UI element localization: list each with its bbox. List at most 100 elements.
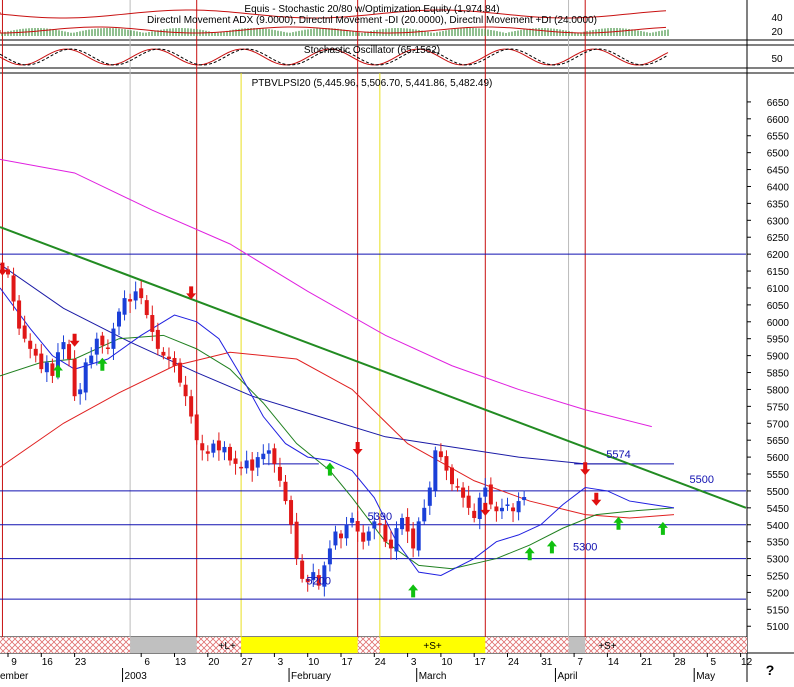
y-tick-label: 6150 bbox=[767, 267, 790, 278]
candle-body bbox=[200, 443, 205, 451]
candle-body bbox=[522, 497, 527, 501]
y-tick-label: 5200 bbox=[767, 588, 790, 599]
candle-body bbox=[178, 362, 183, 383]
price-level-label: 5574 bbox=[606, 449, 630, 461]
candle-body bbox=[483, 487, 488, 497]
y-tick-label: 5600 bbox=[767, 453, 790, 464]
candle-body bbox=[494, 506, 499, 512]
candle-body bbox=[216, 440, 221, 451]
candle-body bbox=[327, 548, 332, 565]
y-tick-label: 5700 bbox=[767, 419, 790, 430]
signal-band-label: +S+ bbox=[598, 641, 617, 652]
x-tick-label: 17 bbox=[475, 657, 487, 668]
candle-body bbox=[377, 523, 382, 525]
candle-body bbox=[61, 342, 66, 350]
candle-body bbox=[422, 507, 427, 522]
price-level-label: 5300 bbox=[573, 542, 597, 554]
y-tick-label: 5950 bbox=[767, 335, 790, 346]
candle-body bbox=[222, 446, 227, 453]
candle-body bbox=[488, 484, 493, 505]
signal-band-label: +L+ bbox=[219, 641, 236, 652]
y-tick-label: 5500 bbox=[767, 487, 790, 498]
x-tick-label: 14 bbox=[608, 657, 620, 668]
candle-body bbox=[166, 356, 171, 359]
candle-body bbox=[83, 362, 88, 393]
candle-body bbox=[361, 532, 366, 542]
price-title: PTBVLPSI20 (5,445.96, 5,506.70, 5,441.86… bbox=[252, 78, 493, 89]
adx-axis-label-20: 20 bbox=[771, 27, 783, 38]
candle-body bbox=[261, 453, 266, 460]
y-tick-label: 5750 bbox=[767, 402, 790, 413]
x-tick-label: 16 bbox=[42, 657, 54, 668]
indicator-title-2: Directnl Movement ADX (9.0000), Directnl… bbox=[147, 15, 597, 26]
candle-body bbox=[433, 450, 438, 491]
price-level-label: 5390 bbox=[368, 511, 392, 523]
x-tick-label: 24 bbox=[508, 657, 520, 668]
month-label: 2003 bbox=[125, 671, 148, 682]
candle-body bbox=[211, 443, 216, 453]
candle-body bbox=[516, 501, 521, 513]
month-label: February bbox=[291, 671, 331, 682]
help-icon: ? bbox=[766, 662, 775, 678]
y-tick-label: 5400 bbox=[767, 521, 790, 532]
signal-band: +L+ +S+ +S+ bbox=[0, 637, 747, 653]
y-tick-label: 5150 bbox=[767, 605, 790, 616]
candle-body bbox=[155, 329, 160, 349]
month-label: April bbox=[557, 671, 577, 682]
month-label: ember bbox=[0, 671, 29, 682]
candle-body bbox=[89, 355, 94, 364]
x-tick-label: 3 bbox=[411, 657, 417, 668]
y-tick-label: 6100 bbox=[767, 284, 790, 295]
candle-body bbox=[239, 466, 244, 469]
x-tick-label: 21 bbox=[641, 657, 653, 668]
y-tick-label: 6650 bbox=[767, 98, 790, 109]
candle-body bbox=[416, 521, 421, 551]
x-tick-label: 13 bbox=[175, 657, 187, 668]
candle-body bbox=[450, 467, 454, 485]
candle-body bbox=[161, 351, 166, 356]
candle-body bbox=[72, 359, 77, 397]
x-tick-label: 5 bbox=[711, 657, 717, 668]
candle-body bbox=[189, 396, 194, 417]
candle-body bbox=[183, 384, 188, 397]
y-tick-label: 5850 bbox=[767, 369, 790, 380]
candle-body bbox=[122, 298, 127, 315]
short-segment bbox=[241, 637, 358, 653]
y-tick-label: 5350 bbox=[767, 538, 790, 549]
x-tick-label: 28 bbox=[674, 657, 686, 668]
candle-body bbox=[17, 300, 22, 329]
candle-body bbox=[366, 531, 371, 541]
candle-body bbox=[150, 315, 155, 332]
y-tick-label: 6600 bbox=[767, 115, 790, 126]
candle-body bbox=[289, 500, 294, 525]
candle-body bbox=[44, 362, 49, 373]
signal-band-hatch bbox=[0, 637, 747, 653]
indicator-title-1: Equis - Stochastic 20/80 w/Optimization … bbox=[244, 4, 499, 15]
y-tick-label: 5900 bbox=[767, 352, 790, 363]
candle-body bbox=[205, 451, 210, 454]
candle-body bbox=[477, 497, 482, 520]
y-tick-label: 5100 bbox=[767, 622, 790, 633]
y-tick-label: 6500 bbox=[767, 149, 790, 160]
month-label: May bbox=[696, 671, 715, 682]
candle-body bbox=[100, 335, 105, 346]
candle-body bbox=[350, 517, 355, 523]
candle-body bbox=[472, 510, 477, 518]
x-tick-label: 12 bbox=[741, 657, 753, 668]
candle-body bbox=[105, 347, 110, 349]
y-tick-label: 6400 bbox=[767, 182, 790, 193]
long-segment bbox=[130, 637, 197, 653]
candle-body bbox=[266, 450, 271, 454]
candle-body bbox=[67, 344, 72, 359]
y-tick-label: 6450 bbox=[767, 166, 790, 177]
price-level-label: 5500 bbox=[690, 474, 714, 486]
y-tick-label: 6300 bbox=[767, 216, 790, 227]
candle-body bbox=[355, 521, 360, 532]
y-tick-label: 5250 bbox=[767, 571, 790, 582]
candle-body bbox=[244, 460, 249, 469]
y-tick-label: 6000 bbox=[767, 318, 790, 329]
candle-body bbox=[33, 348, 38, 356]
month-label: March bbox=[419, 671, 447, 682]
candle-body bbox=[277, 466, 282, 481]
candle-body bbox=[511, 507, 516, 512]
